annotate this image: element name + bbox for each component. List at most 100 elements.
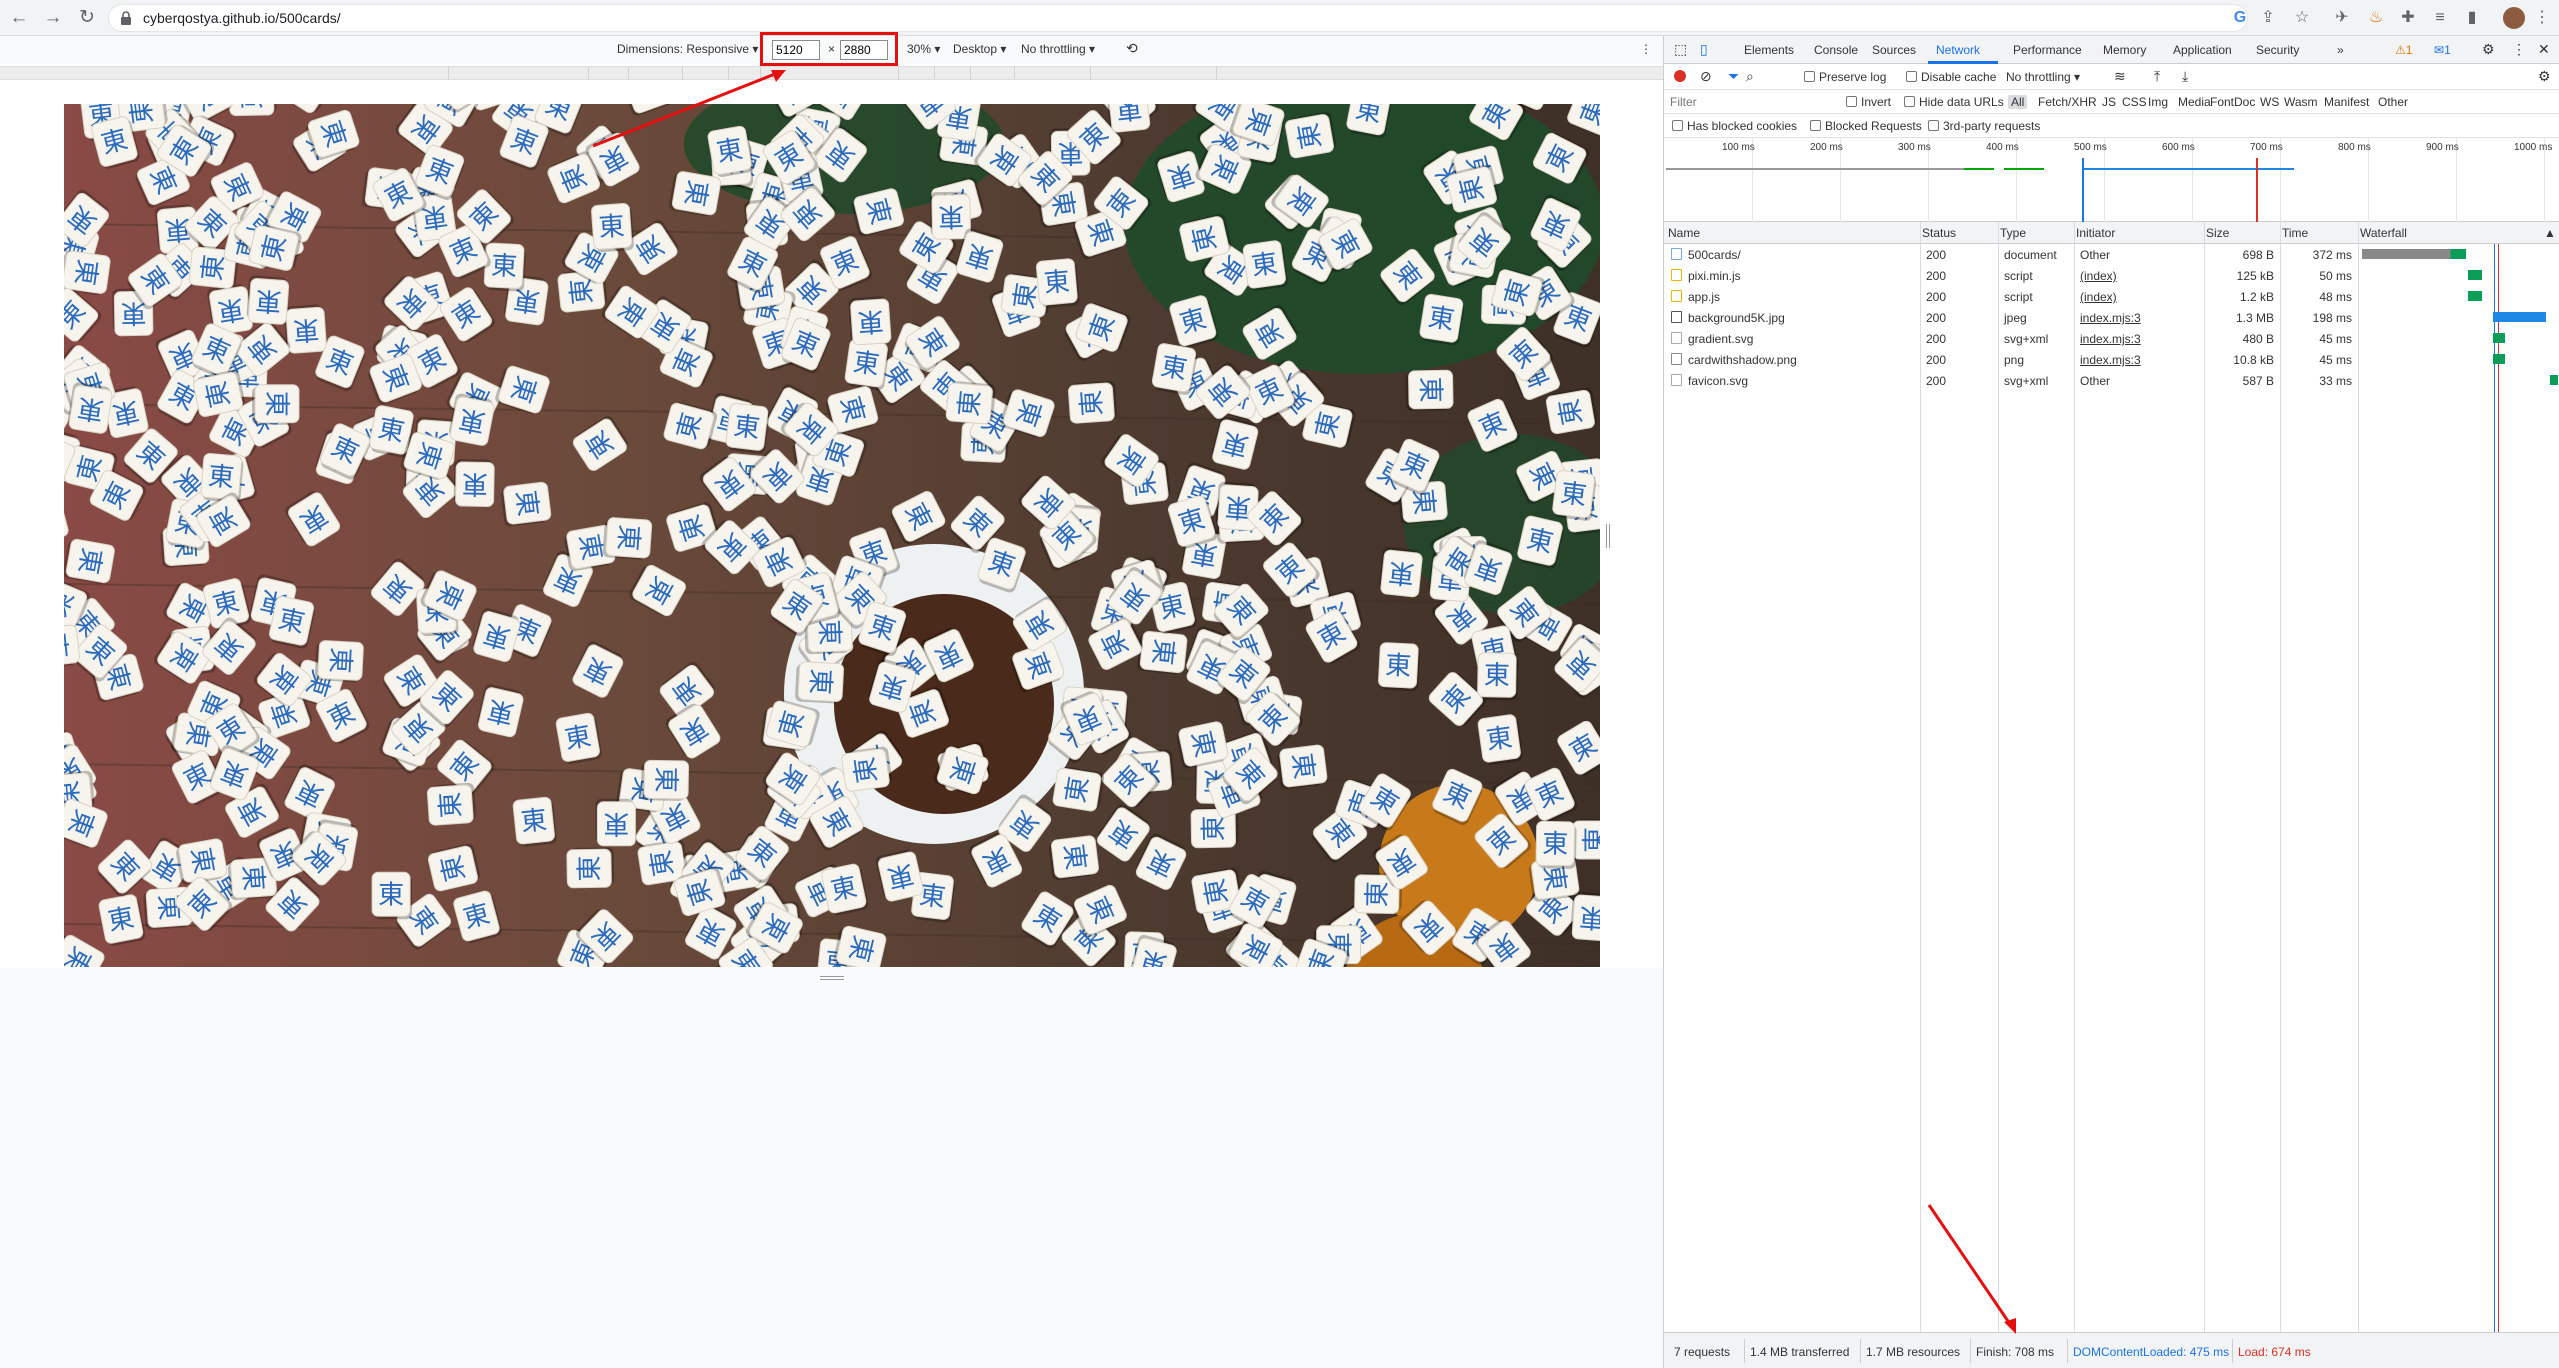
mahjong-tile[interactable]: 東 [707, 125, 755, 178]
game-canvas[interactable]: 東東東東東東東東東東東東東東東東東東東東東東東東東東東東東東東東東東東東東東東東… [64, 104, 1600, 967]
close-icon[interactable]: ✕ [2538, 41, 2550, 58]
mahjong-tile[interactable]: 東 [1477, 714, 1523, 766]
mahjong-tile[interactable]: 東 [1284, 111, 1337, 159]
mahjong-tile[interactable]: 東 [200, 452, 244, 503]
disable-cache-checkbox[interactable]: Disable cache [1906, 70, 1996, 84]
menu-icon[interactable]: ≡ [2428, 6, 2452, 30]
extension-icon[interactable]: ✈ [2330, 6, 2354, 30]
filter-type-all[interactable]: All [2008, 95, 2028, 109]
star-icon[interactable]: ☆ [2290, 6, 2314, 30]
forward-icon[interactable]: → [40, 5, 66, 31]
request-row[interactable]: gradient.svg 200 svg+xml index.mjs:3 480 B 45… [1664, 328, 2559, 349]
cell-initiator[interactable]: (index) [2080, 290, 2117, 304]
column-initiator[interactable]: Initiator [2076, 226, 2115, 240]
column-status[interactable]: Status [1922, 226, 1956, 240]
mahjong-tile[interactable]: 東 [512, 796, 558, 848]
mahjong-tile[interactable]: 東 [1035, 258, 1080, 308]
zoom-dropdown[interactable]: 30% ▾ [907, 42, 940, 56]
filter-type-js[interactable]: JS [2102, 95, 2116, 109]
mahjong-tile[interactable]: 東 [1545, 387, 1598, 435]
tab-console[interactable]: Console [1814, 43, 1858, 57]
mahjong-tile[interactable]: 東 [591, 203, 634, 253]
throttling-dropdown[interactable]: No throttling ▾ [1021, 42, 1095, 56]
puzzle-icon[interactable]: ✚ [2396, 6, 2420, 30]
mahjong-tile[interactable]: 東 [795, 661, 845, 704]
tab-[interactable]: » [2337, 43, 2344, 57]
mahjong-tile[interactable]: 東 [1405, 369, 1454, 411]
mahjong-tile[interactable]: 東 [64, 538, 115, 586]
filter-type-fetchxhr[interactable]: Fetch/XHR [2038, 95, 2097, 109]
network-throttling-dropdown[interactable]: No throttling ▾ [2006, 70, 2080, 84]
request-row[interactable]: app.js 200 script (index) 1.2 kB 48 ms [1664, 286, 2559, 307]
mahjong-tile[interactable]: 東 [1276, 744, 1328, 790]
mahjong-tile[interactable]: 東 [841, 746, 893, 792]
mahjong-tile[interactable]: 東 [1570, 891, 1600, 942]
blocked-requests-checkbox[interactable]: Blocked Requests [1810, 119, 1922, 133]
tab-elements[interactable]: Elements [1744, 43, 1794, 57]
mahjong-tile[interactable]: 東 [1378, 546, 1423, 598]
address-bar[interactable]: cyberqostya.github.io/500cards/ [108, 4, 2248, 32]
third-party-checkbox[interactable]: 3rd-party requests [1928, 119, 2040, 133]
resize-handle-bottom[interactable] [820, 976, 844, 980]
column-type[interactable]: Type [2000, 226, 2026, 240]
filter-type-ws[interactable]: WS [2260, 95, 2279, 109]
mahjong-tile[interactable]: 東 [314, 640, 364, 683]
mahjong-tile[interactable]: 東 [1048, 835, 1100, 880]
back-icon[interactable]: ← [6, 5, 32, 31]
message-badge[interactable]: ✉1 [2434, 43, 2451, 57]
inspect-icon[interactable]: ⬚ [1674, 41, 1687, 58]
mahjong-tile[interactable]: 東 [1477, 652, 1519, 701]
mahjong-tile[interactable]: 東 [228, 104, 277, 117]
device-toggle-icon[interactable]: ▯ [1700, 41, 1708, 58]
mahjong-tile[interactable]: 東 [848, 296, 892, 346]
mahjong-tile[interactable]: 東 [555, 712, 603, 765]
column-waterfall[interactable]: Waterfall [2360, 226, 2407, 240]
device-type-dropdown[interactable]: Desktop ▾ [953, 42, 1006, 56]
more-menu-icon[interactable]: ⋮ [2530, 6, 2554, 30]
invert-checkbox[interactable]: Invert [1846, 95, 1891, 109]
export-har-icon[interactable]: ⤓ [2182, 68, 2188, 85]
mahjong-tile[interactable]: 東 [844, 339, 890, 391]
request-row[interactable]: background5K.jpg 200 jpeg index.mjs:3 1.3 MB… [1664, 307, 2559, 328]
request-row[interactable]: 500cards/200 document Other 698 B 372 ms [1664, 244, 2559, 265]
mahjong-tile[interactable]: 東 [1068, 380, 1118, 424]
mahjong-tile[interactable]: 東 [602, 517, 653, 560]
request-row[interactable]: cardwithshadow.png 200 png index.mjs:3 10.8 … [1664, 349, 2559, 370]
fire-icon[interactable]: ♨ [2364, 6, 2388, 30]
column-size[interactable]: Size [2206, 226, 2229, 240]
filter-input[interactable] [1668, 93, 1838, 111]
settings-icon[interactable]: ⚙ [2482, 41, 2495, 58]
mahjong-tile[interactable]: 東 [1572, 819, 1600, 860]
mahjong-tile[interactable]: 東 [595, 798, 636, 847]
mahjong-tile[interactable]: 東 [246, 275, 290, 325]
mahjong-tile[interactable]: 東 [453, 458, 495, 507]
mahjong-tile[interactable]: 東 [641, 759, 690, 801]
filter-type-css[interactable]: CSS [2122, 95, 2147, 109]
record-icon[interactable] [1674, 70, 1686, 82]
mahjong-tile[interactable]: 東 [1535, 820, 1577, 869]
tab-memory[interactable]: Memory [2103, 43, 2146, 57]
wifi-icon[interactable]: ≋ [2114, 68, 2126, 85]
google-icon[interactable]: G [2228, 6, 2252, 30]
hide-data-urls-checkbox[interactable]: Hide data URLs [1904, 95, 2004, 109]
blocked-cookies-checkbox[interactable]: Has blocked cookies [1672, 119, 1797, 133]
filter-type-other[interactable]: Other [2378, 95, 2408, 109]
mahjong-tile[interactable]: 東 [929, 191, 971, 240]
more-icon[interactable]: ⋮ [2512, 41, 2526, 58]
mahjong-tile[interactable]: 東 [1052, 765, 1105, 812]
filter-type-manifest[interactable]: Manifest [2324, 95, 2369, 109]
cell-initiator[interactable]: (index) [2080, 269, 2117, 283]
device-more-icon[interactable]: ⋮ [1640, 42, 1652, 56]
column-time[interactable]: Time [2282, 226, 2308, 240]
reload-icon[interactable]: ↻ [74, 5, 100, 31]
mahjong-tile[interactable]: 東 [1552, 470, 1597, 522]
mahjong-tile[interactable]: 東 [566, 847, 615, 889]
cell-initiator[interactable]: index.mjs:3 [2080, 332, 2141, 346]
tab-application[interactable]: Application [2173, 43, 2232, 57]
search-icon[interactable]: ⌕ [1746, 68, 1754, 85]
mahjong-tile[interactable]: 東 [66, 381, 113, 434]
mahjong-tile[interactable]: 東 [500, 481, 552, 527]
mahjong-tile[interactable]: 東 [1137, 630, 1188, 676]
url-text[interactable]: cyberqostya.github.io/500cards/ [143, 10, 341, 26]
mahjong-tile[interactable]: 東 [1242, 240, 1288, 292]
